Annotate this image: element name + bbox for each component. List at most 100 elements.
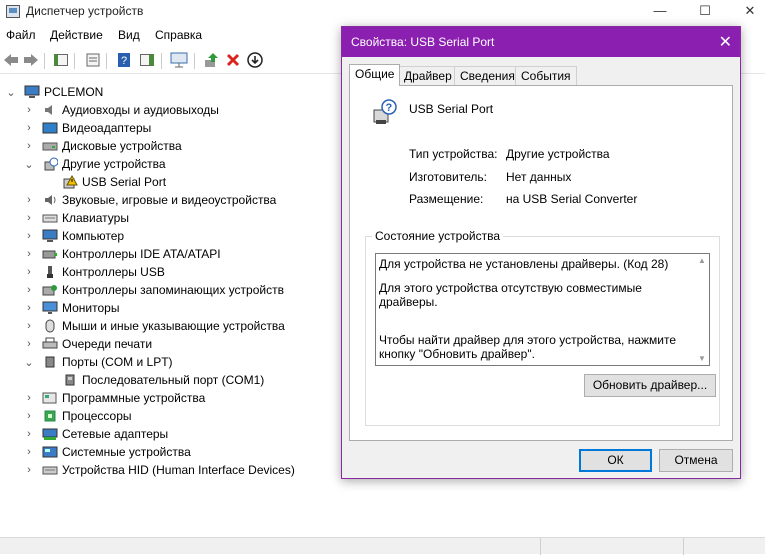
storage-controller-icon [42, 283, 58, 297]
chevron-right-icon[interactable]: › [24, 122, 34, 134]
chevron-right-icon[interactable]: › [24, 194, 34, 206]
menu-help[interactable]: Справка [155, 28, 202, 42]
network-adapter-icon [42, 427, 58, 441]
chevron-down-icon[interactable]: ⌄ [6, 86, 16, 99]
tree-category[interactable]: › Клавиатуры [24, 209, 129, 227]
tree-item-label: Сетевые адаптеры [62, 427, 169, 441]
dialog-close-button[interactable]: ✕ [719, 32, 732, 52]
update-driver-icon[interactable] [202, 51, 220, 69]
tab-events[interactable]: События [515, 66, 577, 85]
tree-item-label: Порты (COM и LPT) [62, 355, 173, 369]
status-line: Для устройства не установлены драйверы. … [379, 257, 669, 271]
chevron-right-icon[interactable]: › [24, 428, 34, 440]
chevron-right-icon[interactable]: › [24, 320, 34, 332]
status-divider [683, 538, 684, 555]
computer-icon [42, 229, 58, 243]
window-titlebar: Диспетчер устройств — ☐ ✕ [0, 0, 765, 24]
menu-action[interactable]: Действие [50, 28, 103, 42]
location-value: на USB Serial Converter [506, 192, 638, 206]
cancel-button[interactable]: Отмена [659, 449, 733, 472]
chevron-right-icon[interactable]: › [24, 230, 34, 242]
tree-category[interactable]: › Программные устройства [24, 389, 205, 407]
chevron-right-icon[interactable]: › [24, 446, 34, 458]
tree-category[interactable]: › Устройства HID (Human Interface Devices… [24, 461, 295, 479]
close-window-button[interactable]: ✕ [735, 2, 765, 20]
ide-controller-icon [42, 247, 58, 261]
chevron-right-icon[interactable]: › [24, 302, 34, 314]
uninstall-device-icon[interactable] [224, 51, 242, 69]
ok-button[interactable]: ОК [579, 449, 652, 472]
disable-device-icon[interactable] [246, 51, 264, 69]
show-hide-console-tree-icon[interactable] [52, 51, 70, 69]
tree-root[interactable]: ⌄ PCLEMON [6, 83, 103, 101]
help-icon[interactable]: ? [115, 51, 133, 69]
tree-category[interactable]: › Звуковые, игровые и видеоустройства [24, 191, 276, 209]
forward-arrow-icon[interactable] [22, 51, 40, 69]
tree-root-label: PCLEMON [44, 85, 104, 99]
menu-file[interactable]: Файл [6, 28, 36, 42]
tree-category[interactable]: › Процессоры [24, 407, 131, 425]
chevron-right-icon[interactable]: › [24, 140, 34, 152]
tree-category[interactable]: › Аудиовходы и аудиовыходы [24, 101, 219, 119]
menu-view[interactable]: Вид [118, 28, 140, 42]
tree-category[interactable]: › Видеоадаптеры [24, 119, 151, 137]
minimize-button[interactable]: — [645, 2, 675, 20]
tree-category[interactable]: ⌄ Порты (COM и LPT) [24, 353, 173, 371]
tree-item-label: Видеоадаптеры [62, 121, 152, 135]
chevron-right-icon[interactable]: › [24, 284, 34, 296]
chevron-down-icon[interactable]: ⌄ [24, 356, 34, 369]
system-device-icon [42, 445, 58, 459]
tree-category[interactable]: › Сетевые адаптеры [24, 425, 168, 443]
status-line: Для этого устройства отсутствую совмести… [379, 281, 642, 309]
tab-details[interactable]: Сведения [454, 66, 521, 85]
toolbar-separator [106, 53, 107, 69]
chevron-right-icon[interactable]: › [24, 266, 34, 278]
disk-drive-icon [42, 139, 58, 153]
scan-hardware-icon[interactable] [170, 51, 188, 69]
tree-item-label: Аудиовходы и аудиовыходы [62, 103, 219, 117]
action-pane-icon[interactable] [138, 51, 156, 69]
tree-category[interactable]: › Контроллеры IDE ATA/ATAPI [24, 245, 221, 263]
chevron-right-icon[interactable]: › [24, 248, 34, 260]
tree-category[interactable]: › Мыши и иные указывающие устройства [24, 317, 285, 335]
tree-category[interactable]: › Системные устройства [24, 443, 191, 461]
tree-category[interactable]: › Мониторы [24, 299, 119, 317]
warning-device-icon [62, 175, 78, 189]
speaker-icon [42, 103, 58, 117]
properties-icon[interactable] [84, 51, 102, 69]
computer-icon [24, 85, 40, 99]
tree-item-label: Устройства HID (Human Interface Devices) [62, 463, 295, 477]
hid-icon [42, 463, 58, 477]
tab-general[interactable]: Общие [349, 64, 401, 86]
chevron-right-icon[interactable]: › [24, 410, 34, 422]
dialog-titlebar: Свойства: USB Serial Port ✕ [342, 27, 740, 57]
properties-dialog: Свойства: USB Serial Port ✕ Общие Драйве… [341, 26, 741, 479]
tree-child-item[interactable]: Последовательный порт (COM1) [62, 371, 264, 389]
back-arrow-icon[interactable] [2, 51, 20, 69]
maximize-button[interactable]: ☐ [690, 2, 720, 20]
chevron-right-icon[interactable]: › [24, 392, 34, 404]
update-driver-button[interactable]: Обновить драйвер... [584, 374, 716, 397]
chevron-right-icon[interactable]: › [24, 338, 34, 350]
tree-category[interactable]: › Контроллеры USB [24, 263, 165, 281]
device-type-label: Тип устройства: [409, 147, 498, 161]
chevron-right-icon[interactable]: › [24, 212, 34, 224]
device-name: USB Serial Port [409, 102, 494, 116]
chevron-down-icon[interactable]: ⌄ [24, 158, 34, 171]
tab-driver[interactable]: Драйвер [398, 66, 458, 85]
tree-category[interactable]: › Дисковые устройства [24, 137, 182, 155]
tree-category[interactable]: ⌄ Другие устройства [24, 155, 165, 173]
tree-category[interactable]: › Очереди печати [24, 335, 152, 353]
tree-item-label: Контроллеры USB [62, 265, 165, 279]
status-scrollbar[interactable]: ▲ ▼ [695, 254, 709, 365]
chevron-right-icon[interactable]: › [24, 464, 34, 476]
tree-category[interactable]: › Контроллеры запоминающих устройств [24, 281, 284, 299]
manufacturer-value: Нет данных [506, 170, 572, 184]
tree-category[interactable]: › Компьютер [24, 227, 124, 245]
scroll-down-icon[interactable]: ▼ [698, 354, 706, 363]
chevron-right-icon[interactable]: › [24, 104, 34, 116]
tree-item-label: USB Serial Port [82, 175, 167, 189]
device-status-textbox[interactable]: Для устройства не установлены драйверы. … [375, 253, 710, 366]
tree-child-item[interactable]: USB Serial Port [62, 173, 166, 191]
scroll-up-icon[interactable]: ▲ [698, 256, 706, 265]
